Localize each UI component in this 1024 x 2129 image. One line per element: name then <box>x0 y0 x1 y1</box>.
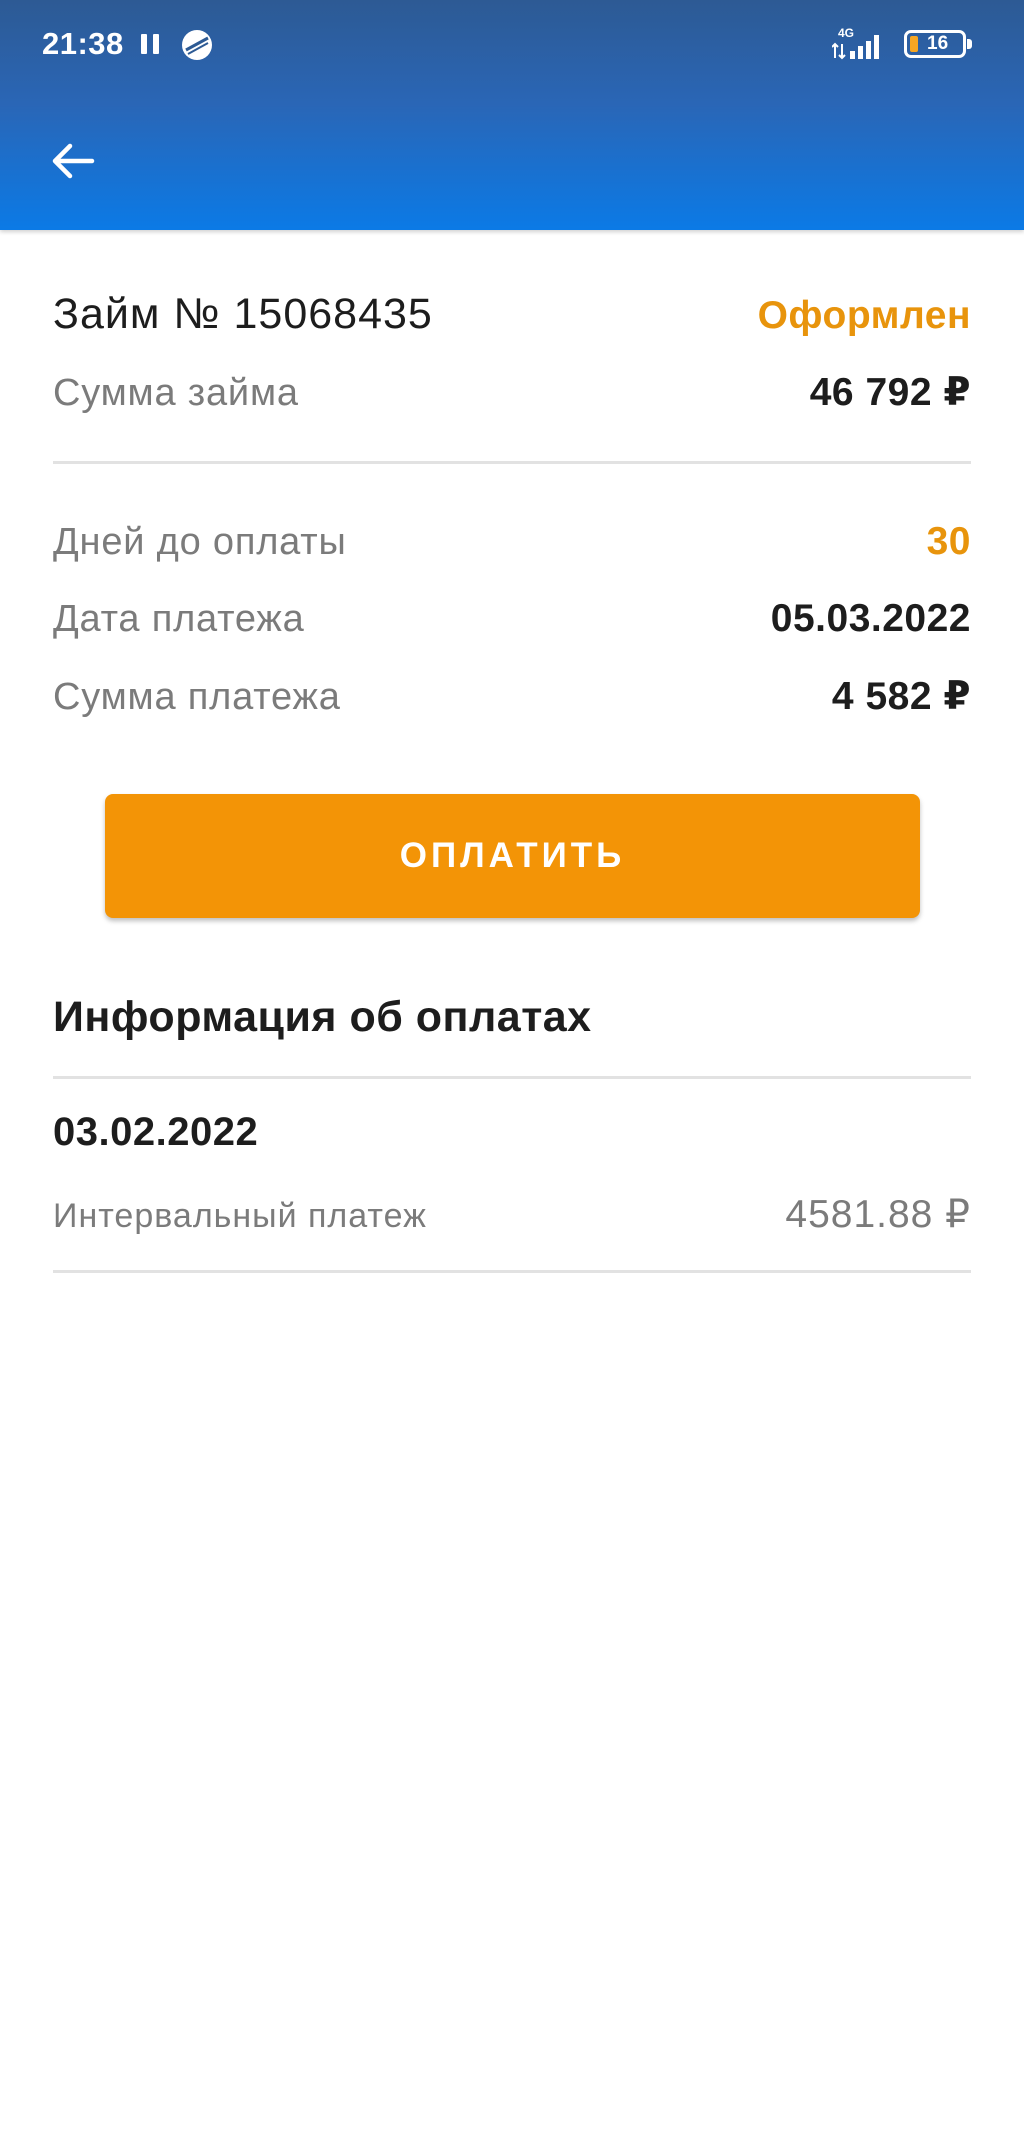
payment-date-label: Дата платежа <box>53 598 305 640</box>
sync-icon <box>182 30 212 60</box>
divider <box>53 1270 971 1273</box>
pay-button[interactable]: ОПЛАТИТЬ <box>105 794 920 918</box>
pause-icon <box>141 34 159 54</box>
days-until-payment-label: Дней до оплаты <box>53 521 347 563</box>
divider <box>53 461 971 464</box>
payment-history-date: 03.02.2022 <box>53 1110 259 1154</box>
battery-level-fill <box>910 36 918 52</box>
signal-icon <box>832 35 879 60</box>
payment-amount-row: Сумма платежа 4 582 ₽ <box>53 674 971 719</box>
status-bar: 21:38 4G 16 <box>0 0 1024 90</box>
loan-amount-label: Сумма займа <box>53 372 299 414</box>
divider <box>53 1076 971 1079</box>
payment-date-row: Дата платежа 05.03.2022 <box>53 597 971 641</box>
battery-level-text: 16 <box>927 33 949 54</box>
status-time: 21:38 <box>42 26 124 61</box>
days-until-payment-row: Дней до оплаты 30 <box>53 520 971 564</box>
back-button[interactable] <box>40 128 106 194</box>
payment-history-row: Интервальный платеж 4581.88 ₽ <box>53 1192 971 1237</box>
payment-amount-label: Сумма платежа <box>53 676 341 718</box>
loan-amount-value: 46 792 ₽ <box>809 371 971 414</box>
payment-amount-value: 4 582 ₽ <box>831 675 971 718</box>
arrow-left-icon <box>52 143 95 179</box>
payment-history-amount: 4581.88 ₽ <box>785 1193 971 1236</box>
days-until-payment-value: 30 <box>926 520 971 563</box>
payment-date-value: 05.03.2022 <box>770 597 971 640</box>
loan-status: Оформлен <box>757 294 971 337</box>
loan-title: Займ № 15068435 <box>53 290 433 338</box>
app-header: 21:38 4G 16 <box>0 0 1024 230</box>
battery-icon: 16 <box>904 30 972 58</box>
payment-history-type: Интервальный платеж <box>53 1197 427 1235</box>
loan-amount-row: Сумма займа 46 792 ₽ <box>53 370 971 415</box>
loan-header-row: Займ № 15068435 Оформлен <box>53 290 971 339</box>
payments-info-title: Информация об оплатах <box>53 993 592 1041</box>
